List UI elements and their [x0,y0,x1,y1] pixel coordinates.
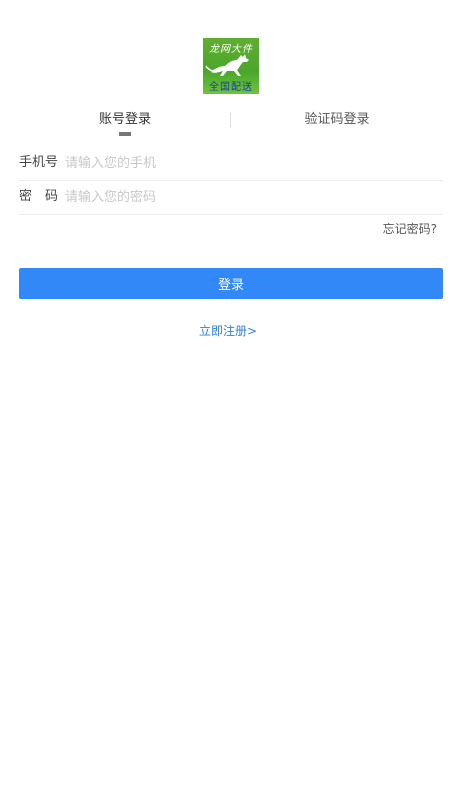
register-row: 立即注册> [0,322,456,339]
forgot-password-link[interactable]: 忘记密码? [383,220,437,237]
logo-text-bottom: 全国配送 [209,82,253,93]
app-logo: 龙网大件 全国配送 [203,38,259,94]
active-tab-indicator [119,132,131,136]
tab-code-login[interactable]: 验证码登录 [231,108,443,132]
login-page: 龙网大件 全国配送 账号登录 验证码登录 手机号 密 码 忘记密码? 登录 立即… [0,0,456,800]
login-tabs: 账号登录 验证码登录 [19,108,443,136]
password-input[interactable] [65,186,435,208]
login-button[interactable]: 登录 [19,268,443,299]
phone-field-row: 手机号 [19,146,443,181]
password-field-row: 密 码 [19,180,443,215]
phone-label: 手机号 [19,155,59,170]
password-label: 密 码 [19,189,59,204]
tab-account-login[interactable]: 账号登录 [19,108,231,132]
phone-input[interactable] [65,152,435,174]
logo-text-top: 龙网大件 [209,44,253,55]
register-link[interactable]: 立即注册> [199,324,257,338]
